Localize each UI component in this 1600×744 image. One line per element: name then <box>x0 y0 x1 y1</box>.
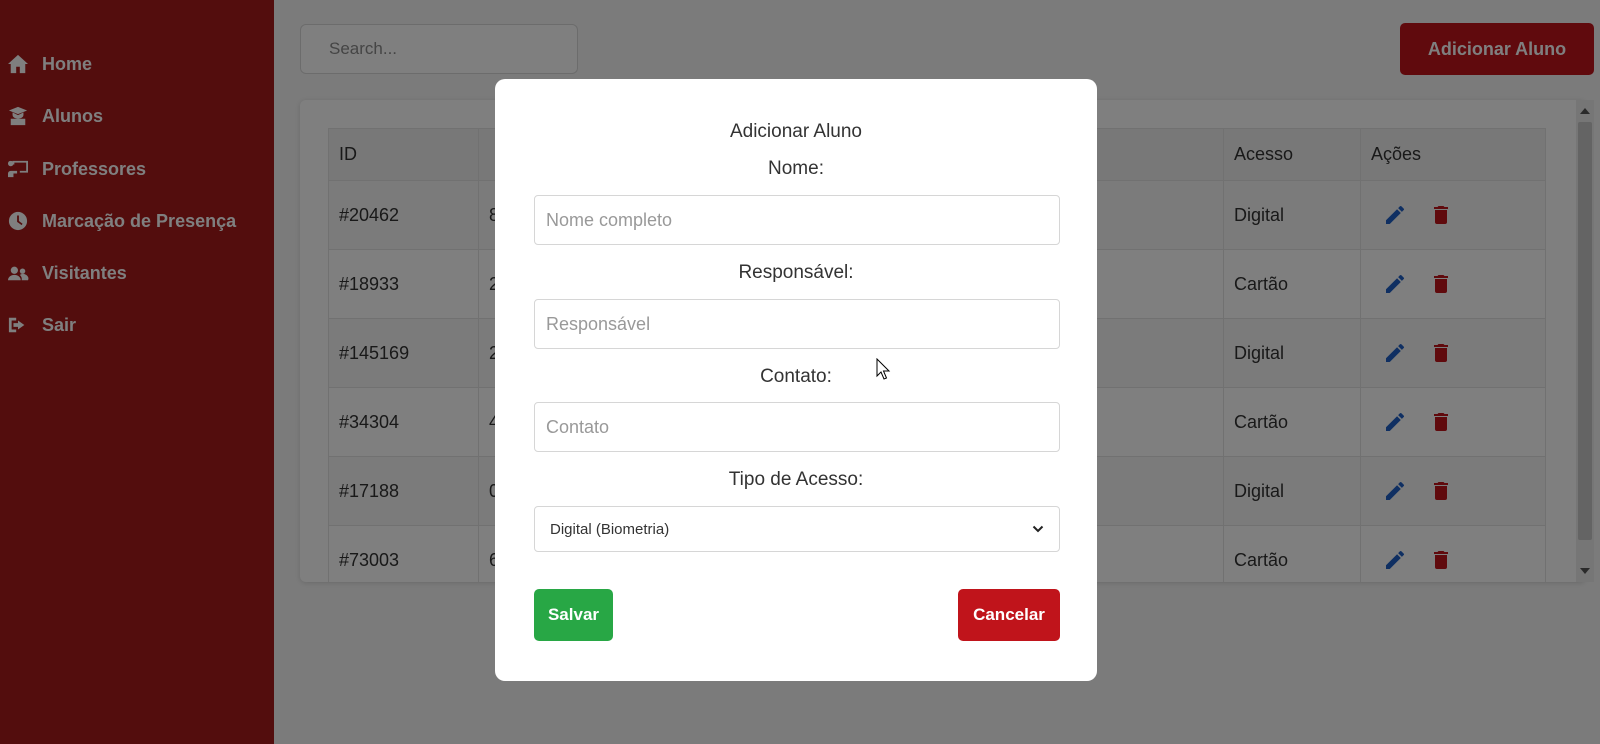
modal-title: Adicionar Aluno <box>729 121 863 142</box>
tipo-acesso-label: Tipo de Acesso: <box>728 469 864 490</box>
responsavel-input[interactable] <box>534 299 1060 349</box>
responsavel-label: Responsável: <box>738 262 854 283</box>
contato-input[interactable] <box>534 402 1060 452</box>
mouse-cursor-icon <box>876 358 891 380</box>
save-button[interactable]: Salvar <box>534 589 613 641</box>
add-aluno-modal: Adicionar Aluno Nome: Responsável: Conta… <box>495 79 1097 681</box>
tipo-acesso-selected: Digital (Biometria) <box>550 520 670 538</box>
cancel-button[interactable]: Cancelar <box>958 589 1060 641</box>
nome-input[interactable] <box>534 195 1060 245</box>
nome-label: Nome: <box>768 158 824 179</box>
chevron-down-icon <box>1032 525 1044 533</box>
contato-label: Contato: <box>760 366 832 387</box>
tipo-acesso-select[interactable]: Digital (Biometria) <box>534 506 1060 552</box>
